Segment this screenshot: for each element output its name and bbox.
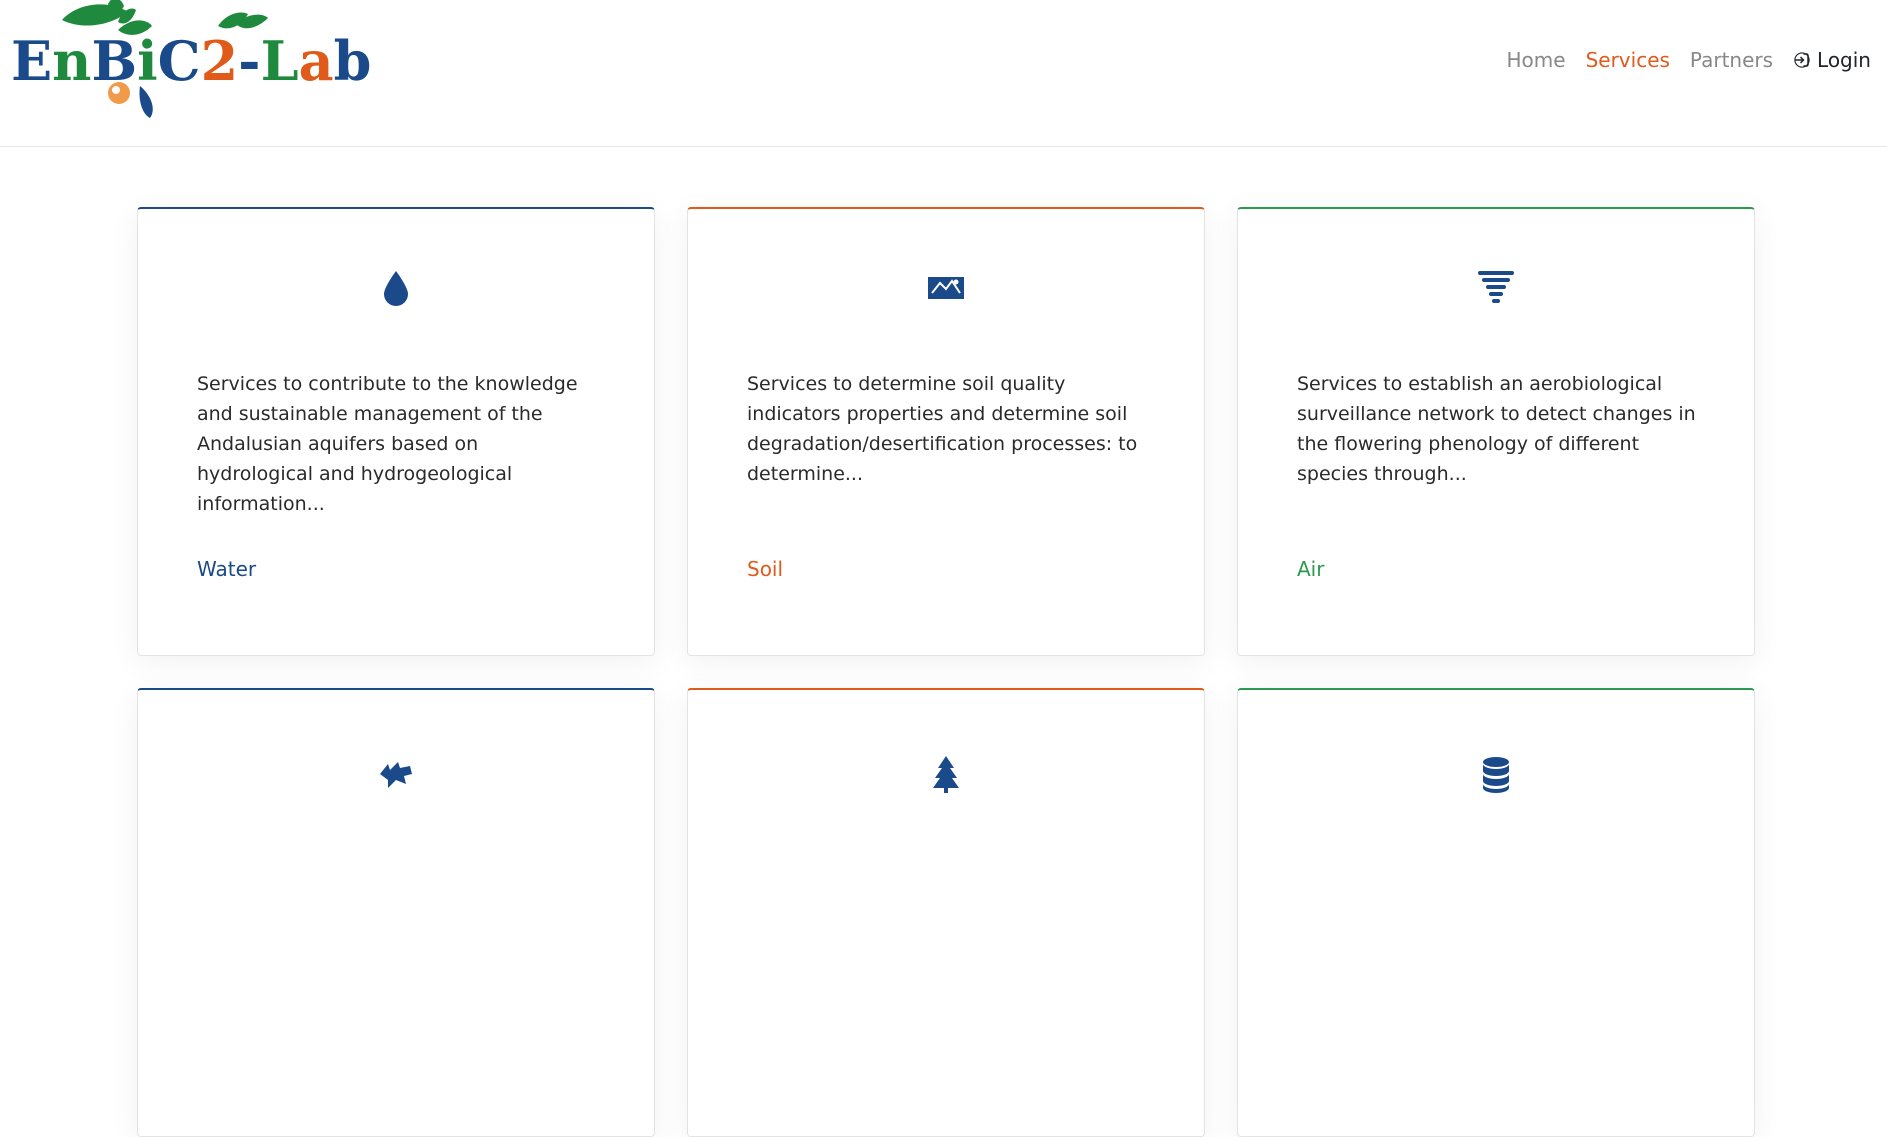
nav-menu: Home Services Partners Login [1507,48,1871,72]
service-card-air[interactable]: Services to establish an aerobiological … [1237,207,1755,656]
card-link-soil[interactable]: Soil [747,557,783,581]
card-link-air[interactable]: Air [1297,557,1324,581]
login-icon [1794,52,1810,68]
nav-services[interactable]: Services [1586,48,1670,72]
nav-home[interactable]: Home [1507,48,1566,72]
soil-landscape-icon [928,277,964,299]
service-card-forest[interactable] [687,688,1205,1137]
wolf-icon [380,762,412,788]
logo-letter: n [52,29,92,93]
navbar: EnBiC2-Lab Home Services Partners Login [0,0,1887,147]
tornado-icon [1478,271,1514,303]
service-card-data[interactable] [1237,688,1755,1137]
logo-letter: a [298,29,334,93]
service-card-water[interactable]: Services to contribute to the knowledge … [137,207,655,656]
logo-letter: 2 [200,29,239,93]
logo-wordmark: EnBiC2-Lab [11,26,371,96]
card-link-water[interactable]: Water [197,557,256,581]
nav-partners[interactable]: Partners [1690,48,1773,72]
login-button[interactable]: Login [1793,48,1871,72]
logo-letter: L [260,29,299,93]
logo-letter: i [137,29,158,93]
tree-icon [933,756,959,793]
water-drop-icon [384,271,408,306]
card-description: Services to determine soil quality indic… [747,373,1138,485]
service-card-soil[interactable]: Services to determine soil quality indic… [687,207,1205,656]
logo-letter: E [11,29,53,93]
logo-letter: C [157,29,201,93]
database-icon [1483,757,1509,793]
logo-letter: b [333,29,372,93]
logo-letter: B [91,29,138,93]
service-card-fauna[interactable] [137,688,655,1137]
brand-logo[interactable]: EnBiC2-Lab [0,0,371,125]
card-description: Services to contribute to the knowledge … [197,373,578,515]
card-description: Services to establish an aerobiological … [1297,373,1696,485]
login-label: Login [1817,48,1871,72]
logo-letter: - [238,29,261,93]
